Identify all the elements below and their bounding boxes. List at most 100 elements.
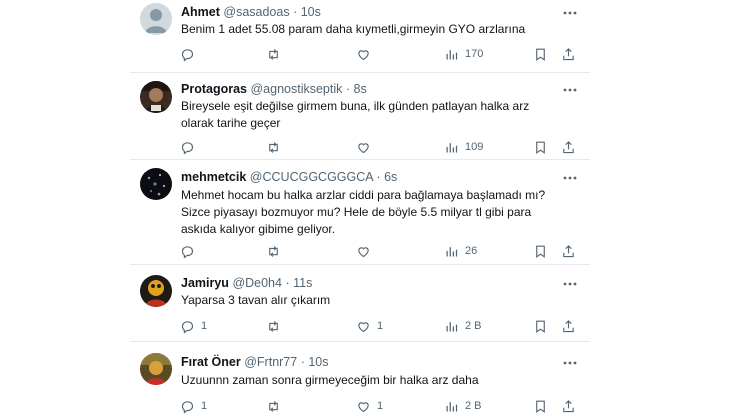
tweet-actions: 109 — [180, 138, 580, 156]
timestamp[interactable]: 10s — [308, 355, 328, 369]
more-icon — [563, 361, 577, 365]
tweet-actions: 1 1 2 B — [180, 317, 580, 335]
avatar-image-icon — [140, 168, 172, 200]
bookmark-icon — [536, 400, 545, 413]
retweet-icon — [269, 245, 278, 257]
more-options-button[interactable] — [560, 170, 580, 186]
author-handle[interactable]: @agnostikseptik — [250, 82, 342, 96]
avatar[interactable] — [140, 81, 172, 113]
like-icon — [358, 49, 369, 60]
reply-icon — [181, 400, 194, 414]
author-name[interactable]: mehmetcik — [181, 170, 246, 184]
like-icon — [358, 321, 369, 332]
default-avatar-icon — [140, 3, 172, 35]
tweet-text: Yaparsa 3 tavan alır çıkarım — [181, 293, 331, 307]
like-icon — [358, 142, 369, 153]
reply-button[interactable] — [180, 242, 201, 260]
views-button[interactable]: 109 — [444, 138, 483, 156]
share-button[interactable] — [561, 45, 576, 63]
divider — [130, 159, 590, 160]
bookmark-button[interactable] — [533, 397, 548, 415]
author-handle[interactable]: @Frtnr77 — [244, 355, 297, 369]
views-icon — [446, 142, 458, 152]
share-icon — [563, 140, 574, 153]
retweet-button[interactable] — [266, 45, 287, 63]
more-icon — [563, 88, 577, 92]
share-button[interactable] — [561, 317, 576, 335]
retweet-button[interactable] — [266, 242, 287, 260]
like-icon — [358, 246, 369, 257]
timestamp[interactable]: 8s — [354, 82, 367, 96]
like-button[interactable]: 1 — [356, 397, 383, 415]
views-icon — [446, 321, 458, 331]
views-count: 2 B — [465, 320, 482, 332]
bookmark-button[interactable] — [533, 138, 548, 156]
separator-dot: · — [376, 170, 381, 184]
views-icon — [446, 246, 458, 256]
like-count: 1 — [377, 320, 384, 332]
views-button[interactable]: 170 — [444, 45, 483, 63]
more-options-button[interactable] — [560, 355, 580, 371]
author-handle[interactable]: @CCUCGGCGGGCA — [250, 170, 373, 184]
like-button[interactable]: 1 — [356, 317, 383, 335]
divider — [130, 341, 590, 342]
avatar[interactable] — [140, 3, 172, 35]
reply-count: 1 — [201, 320, 208, 332]
reply-icon — [181, 320, 194, 334]
author-handle[interactable]: @sasadoas — [223, 5, 289, 19]
like-button[interactable] — [356, 138, 377, 156]
reply-button[interactable] — [180, 138, 201, 156]
separator-dot: · — [300, 355, 305, 369]
retweet-icon — [269, 400, 278, 412]
reply-button[interactable]: 1 — [180, 317, 207, 335]
views-button[interactable]: 26 — [444, 242, 477, 260]
more-icon — [563, 11, 577, 15]
author-name[interactable]: Protagoras — [181, 82, 247, 96]
timestamp[interactable]: 10s — [301, 5, 321, 19]
views-button[interactable]: 2 B — [444, 317, 482, 335]
avatar[interactable] — [140, 168, 172, 200]
tweet-header: Jamiryu @De0h4 · 11s — [181, 276, 312, 290]
divider — [130, 72, 590, 73]
bookmark-button[interactable] — [533, 317, 548, 335]
more-options-button[interactable] — [560, 5, 580, 21]
views-button[interactable]: 2 B — [444, 397, 482, 415]
views-count: 170 — [465, 48, 484, 60]
divider — [130, 264, 590, 265]
author-name[interactable]: Jamiryu — [181, 276, 229, 290]
tweet-text: Mehmet hocam bu halka arzlar ciddi para … — [181, 188, 546, 236]
like-count: 1 — [377, 400, 384, 412]
more-options-button[interactable] — [560, 276, 580, 292]
share-icon — [563, 319, 574, 332]
like-button[interactable] — [356, 242, 377, 260]
retweet-icon — [269, 320, 278, 332]
reply-icon — [181, 48, 194, 62]
bookmark-button[interactable] — [533, 45, 548, 63]
avatar[interactable] — [140, 275, 172, 307]
timestamp[interactable]: 6s — [384, 170, 397, 184]
more-options-button[interactable] — [560, 82, 580, 98]
share-button[interactable] — [561, 138, 576, 156]
author-name[interactable]: Fırat Öner — [181, 355, 241, 369]
bookmark-icon — [536, 48, 545, 61]
author-handle[interactable]: @De0h4 — [232, 276, 282, 290]
tweet-header: Ahmet @sasadoas · 10s — [181, 5, 321, 19]
author-name[interactable]: Ahmet — [181, 5, 220, 19]
views-icon — [446, 49, 458, 59]
share-button[interactable] — [561, 242, 576, 260]
avatar-image-icon — [140, 353, 172, 385]
like-button[interactable] — [356, 45, 377, 63]
tweet-header: Fırat Öner @Frtnr77 · 10s — [181, 355, 329, 369]
retweet-button[interactable] — [266, 138, 287, 156]
bookmark-button[interactable] — [533, 242, 548, 260]
reply-button[interactable]: 1 — [180, 397, 207, 415]
share-button[interactable] — [561, 397, 576, 415]
avatar-image-icon — [140, 275, 172, 307]
retweet-button[interactable] — [266, 317, 287, 335]
separator-dot: · — [345, 82, 351, 96]
timestamp[interactable]: 11s — [293, 276, 312, 290]
avatar[interactable] — [140, 353, 172, 385]
retweet-button[interactable] — [266, 397, 287, 415]
reply-icon — [181, 245, 194, 259]
reply-button[interactable] — [180, 45, 201, 63]
